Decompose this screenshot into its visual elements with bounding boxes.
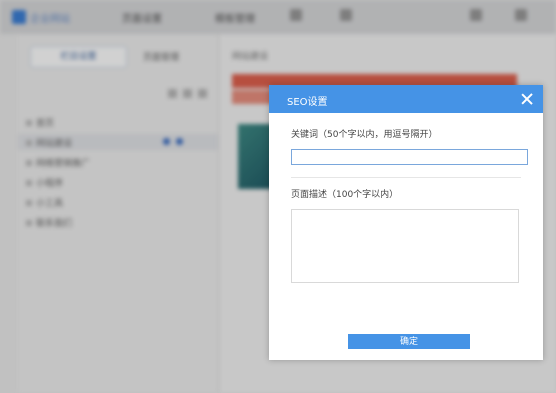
close-icon[interactable] — [519, 91, 535, 107]
description-label: 页面描述（100个字以内） — [291, 190, 399, 200]
keywords-input[interactable] — [291, 149, 528, 165]
seo-settings-dialog: SEO设置 关键词（50个字以内，用逗号隔开） 页面描述（100个字以内） 确定 — [269, 85, 543, 360]
divider — [291, 177, 521, 178]
description-textarea[interactable] — [291, 209, 519, 283]
confirm-button[interactable]: 确定 — [348, 334, 470, 349]
dialog-title: SEO设置 — [287, 97, 328, 108]
dialog-header: SEO设置 — [269, 85, 543, 113]
keywords-label: 关键词（50个字以内，用逗号隔开） — [291, 130, 438, 140]
